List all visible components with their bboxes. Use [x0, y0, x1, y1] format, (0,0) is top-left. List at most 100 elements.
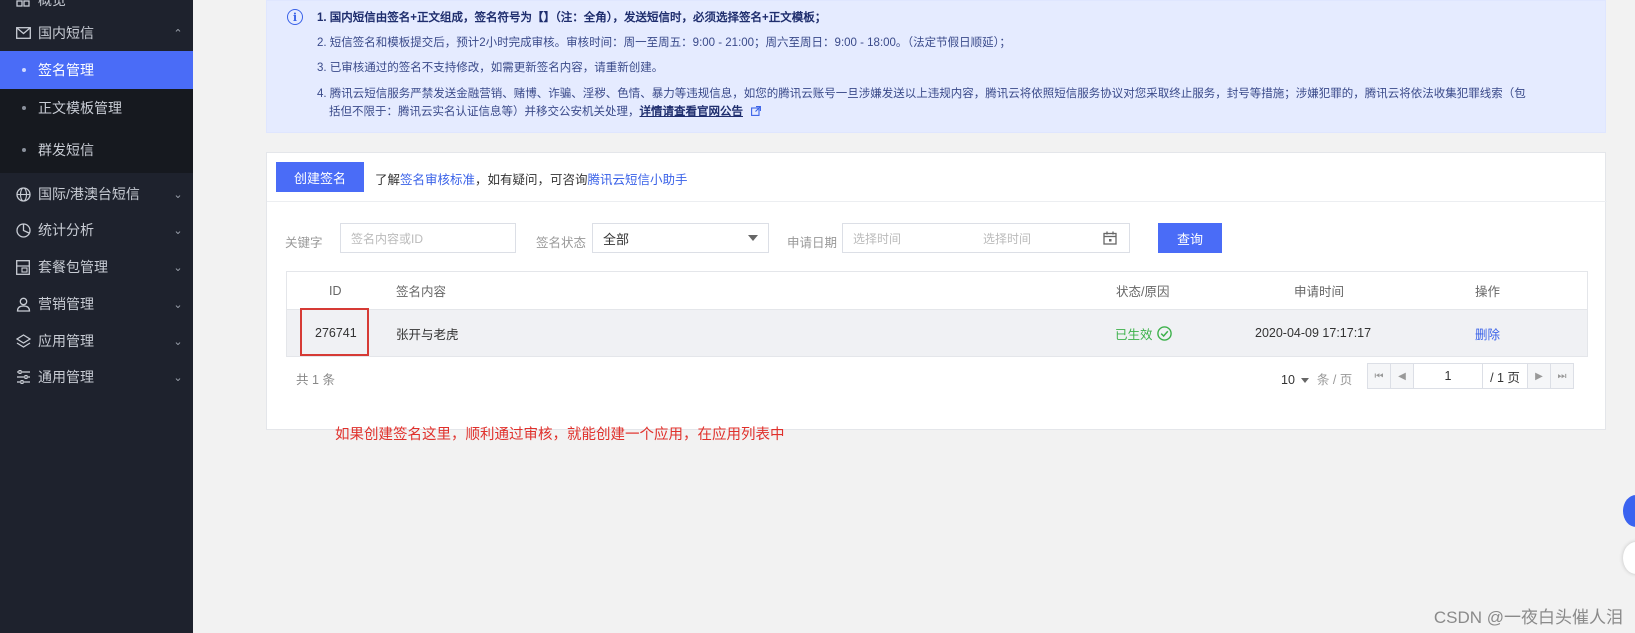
notice-banner: i 1. 国内短信由签名+正文组成，签名符号为【】（注：全角），发送短信时，必须…: [266, 0, 1606, 133]
sidebar-item-package[interactable]: 套餐包管理 ⌄: [0, 249, 193, 285]
caret-down-icon: [748, 235, 758, 241]
create-signature-button[interactable]: 创建签名: [276, 162, 364, 192]
sidebar-item-signature-management[interactable]: 签名管理: [0, 51, 193, 89]
table-header: ID 签名内容 状态/原因 申请时间 操作: [287, 272, 1587, 310]
sidebar-item-label: 签名管理: [38, 62, 94, 78]
sidebar-item-label: 套餐包管理: [38, 259, 108, 275]
notice-line-3: 3. 已审核通过的签名不支持修改，如需更新签名内容，请重新创建。: [317, 62, 664, 74]
date-range-input[interactable]: 选择时间 选择时间: [842, 223, 1130, 253]
caret-down-icon: [1301, 378, 1310, 383]
card-toolbar: 创建签名 了解签名审核标准，如有疑问，可咨询腾讯云短信小助手: [267, 153, 1607, 202]
sidebar-item-bulk-sms[interactable]: 群发短信: [0, 127, 193, 173]
col-header-status: 状态/原因: [1116, 285, 1170, 299]
external-link-icon[interactable]: [751, 106, 762, 119]
watermark: CSDN @一夜白头催人泪: [1433, 608, 1623, 627]
annotation-text: 如果创建签名这里，顺利通过审核，就能创建一个应用，在应用列表中: [335, 427, 785, 443]
table-row: 276741 张开与老虎 已生效 2020-04-09 17:17:17 删除: [287, 310, 1587, 356]
sidebar-item-domestic-sms[interactable]: 国内短信 ⌃: [0, 15, 193, 51]
sliders-icon: [14, 368, 32, 386]
sidebar: 概览 国内短信 ⌃ 签名管理 正文模板管理 群发短信 国际/港澳台短信 ⌄ 统计…: [0, 0, 193, 633]
date-label: 申请日期: [787, 236, 838, 250]
total-suffix: 条: [322, 373, 335, 387]
notice-line-2: 2. 短信签名和模板提交后，预计2小时完成审核。审核时间：周一至周五：9:00 …: [317, 37, 1011, 49]
notice-line-1: 1. 国内短信由签名+正文组成，签名符号为【】（注：全角），发送短信时，必须选择…: [317, 12, 827, 24]
notice-line-5-text: 括但不限于：腾讯云实名认证信息等）并移交公安机关处理，: [329, 106, 640, 118]
layers-icon: [14, 332, 32, 350]
total-count: 共 1 条: [296, 369, 335, 388]
sidebar-item-label: 概览: [38, 0, 66, 8]
sidebar-item-statistics[interactable]: 统计分析 ⌄: [0, 212, 193, 248]
sidebar-item-marketing[interactable]: 营销管理 ⌄: [0, 286, 193, 322]
chevron-up-icon: ⌃: [173, 27, 183, 40]
sidebar-item-international-sms[interactable]: 国际/港澳台短信 ⌄: [0, 176, 193, 212]
chevron-down-icon: ⌄: [173, 298, 183, 311]
review-standard-link[interactable]: 签名审核标准: [400, 173, 475, 187]
page-number-input[interactable]: 1: [1413, 363, 1483, 389]
sidebar-item-label: 国内短信: [38, 25, 94, 41]
total-prefix: 共: [296, 373, 309, 387]
signature-list-card: 创建签名 了解签名审核标准，如有疑问，可咨询腾讯云短信小助手 关键字 签名内容或…: [266, 152, 1607, 430]
user-icon: [14, 295, 32, 313]
sidebar-item-template-management[interactable]: 正文模板管理: [0, 89, 193, 127]
col-header-time: 申请时间: [1294, 285, 1345, 299]
highlight-box: [300, 308, 369, 356]
sidebar-item-apps[interactable]: 应用管理 ⌄: [0, 323, 193, 359]
sidebar-item-label: 通用管理: [38, 369, 94, 385]
col-header-id: ID: [329, 283, 342, 298]
chevron-down-icon: ⌄: [173, 261, 183, 274]
prev-page-icon[interactable]: ◀: [1390, 363, 1414, 389]
chevron-down-icon: ⌄: [173, 371, 183, 384]
total-value: 1: [312, 373, 319, 387]
query-button[interactable]: 查询: [1158, 223, 1222, 253]
announcement-link[interactable]: 详情请查看官网公告: [640, 106, 744, 118]
cell-status: 已生效: [1115, 310, 1172, 356]
page-size-value: 10: [1281, 373, 1295, 387]
cell-time: 2020-04-09 17:17:17: [1255, 326, 1372, 340]
feedback-widget-icon[interactable]: [1623, 542, 1635, 574]
calendar-icon[interactable]: [1103, 231, 1117, 248]
col-header-action: 操作: [1475, 285, 1501, 299]
status-text: 已生效: [1115, 327, 1153, 342]
page-size-unit: 条 / 页: [1316, 373, 1353, 387]
keyword-input[interactable]: 签名内容或ID: [340, 223, 516, 253]
sidebar-item-label: 营销管理: [38, 296, 94, 312]
sidebar-item-label: 国际/港澳台短信: [38, 186, 140, 202]
chevron-down-icon: ⌄: [173, 335, 183, 348]
bullet-icon: [22, 68, 26, 72]
globe-icon: [14, 185, 32, 203]
sidebar-item-general[interactable]: 通用管理 ⌄: [0, 359, 193, 395]
sidebar-item-label: 群发短信: [38, 142, 94, 158]
sidebar-item-label: 统计分析: [38, 222, 94, 238]
keyword-label: 关键字: [285, 236, 323, 250]
notice-line-5: 括但不限于：腾讯云实名认证信息等）并移交公安机关处理，详情请查看官网公告: [329, 103, 762, 119]
sidebar-item-label: 应用管理: [38, 333, 94, 349]
bullet-icon: [22, 148, 26, 152]
hint-mid: ，如有疑问，可咨询: [475, 173, 588, 187]
last-page-icon[interactable]: ⏭: [1550, 363, 1574, 389]
page-size-select[interactable]: 10 条 / 页: [1281, 369, 1352, 388]
assistant-link[interactable]: 腾讯云短信小助手: [588, 173, 688, 187]
signature-table: ID 签名内容 状态/原因 申请时间 操作 276741 张开与老虎 已生效 2…: [286, 271, 1588, 357]
help-widget-icon[interactable]: [1623, 495, 1635, 527]
dashboard-icon: [14, 0, 32, 9]
bullet-icon: [22, 106, 26, 110]
chevron-down-icon: ⌄: [173, 224, 183, 237]
check-circle-icon: [1156, 325, 1172, 341]
date-start-input[interactable]: 选择时间: [853, 230, 983, 247]
pie-chart-icon: [14, 221, 32, 239]
mail-icon: [14, 24, 32, 42]
next-page-icon[interactable]: ▶: [1527, 363, 1551, 389]
package-icon: [14, 258, 32, 276]
notice-line-4: 4. 腾讯云短信服务严禁发送金融营销、赌博、诈骗、淫秽、色情、暴力等违规信息，如…: [317, 88, 1526, 100]
status-select[interactable]: 全部: [592, 223, 769, 253]
chevron-down-icon: ⌄: [173, 188, 183, 201]
first-page-icon[interactable]: ⏮: [1367, 363, 1391, 389]
date-end-input[interactable]: 选择时间: [983, 230, 1031, 247]
status-select-value: 全部: [603, 231, 630, 247]
cell-content: 张开与老虎: [396, 327, 459, 342]
info-icon: i: [287, 9, 303, 25]
toolbar-hint: 了解签名审核标准，如有疑问，可咨询腾讯云短信小助手: [375, 169, 688, 188]
hint-prefix: 了解: [375, 173, 401, 187]
delete-link[interactable]: 删除: [1475, 310, 1500, 356]
sidebar-item-label: 正文模板管理: [38, 100, 122, 116]
